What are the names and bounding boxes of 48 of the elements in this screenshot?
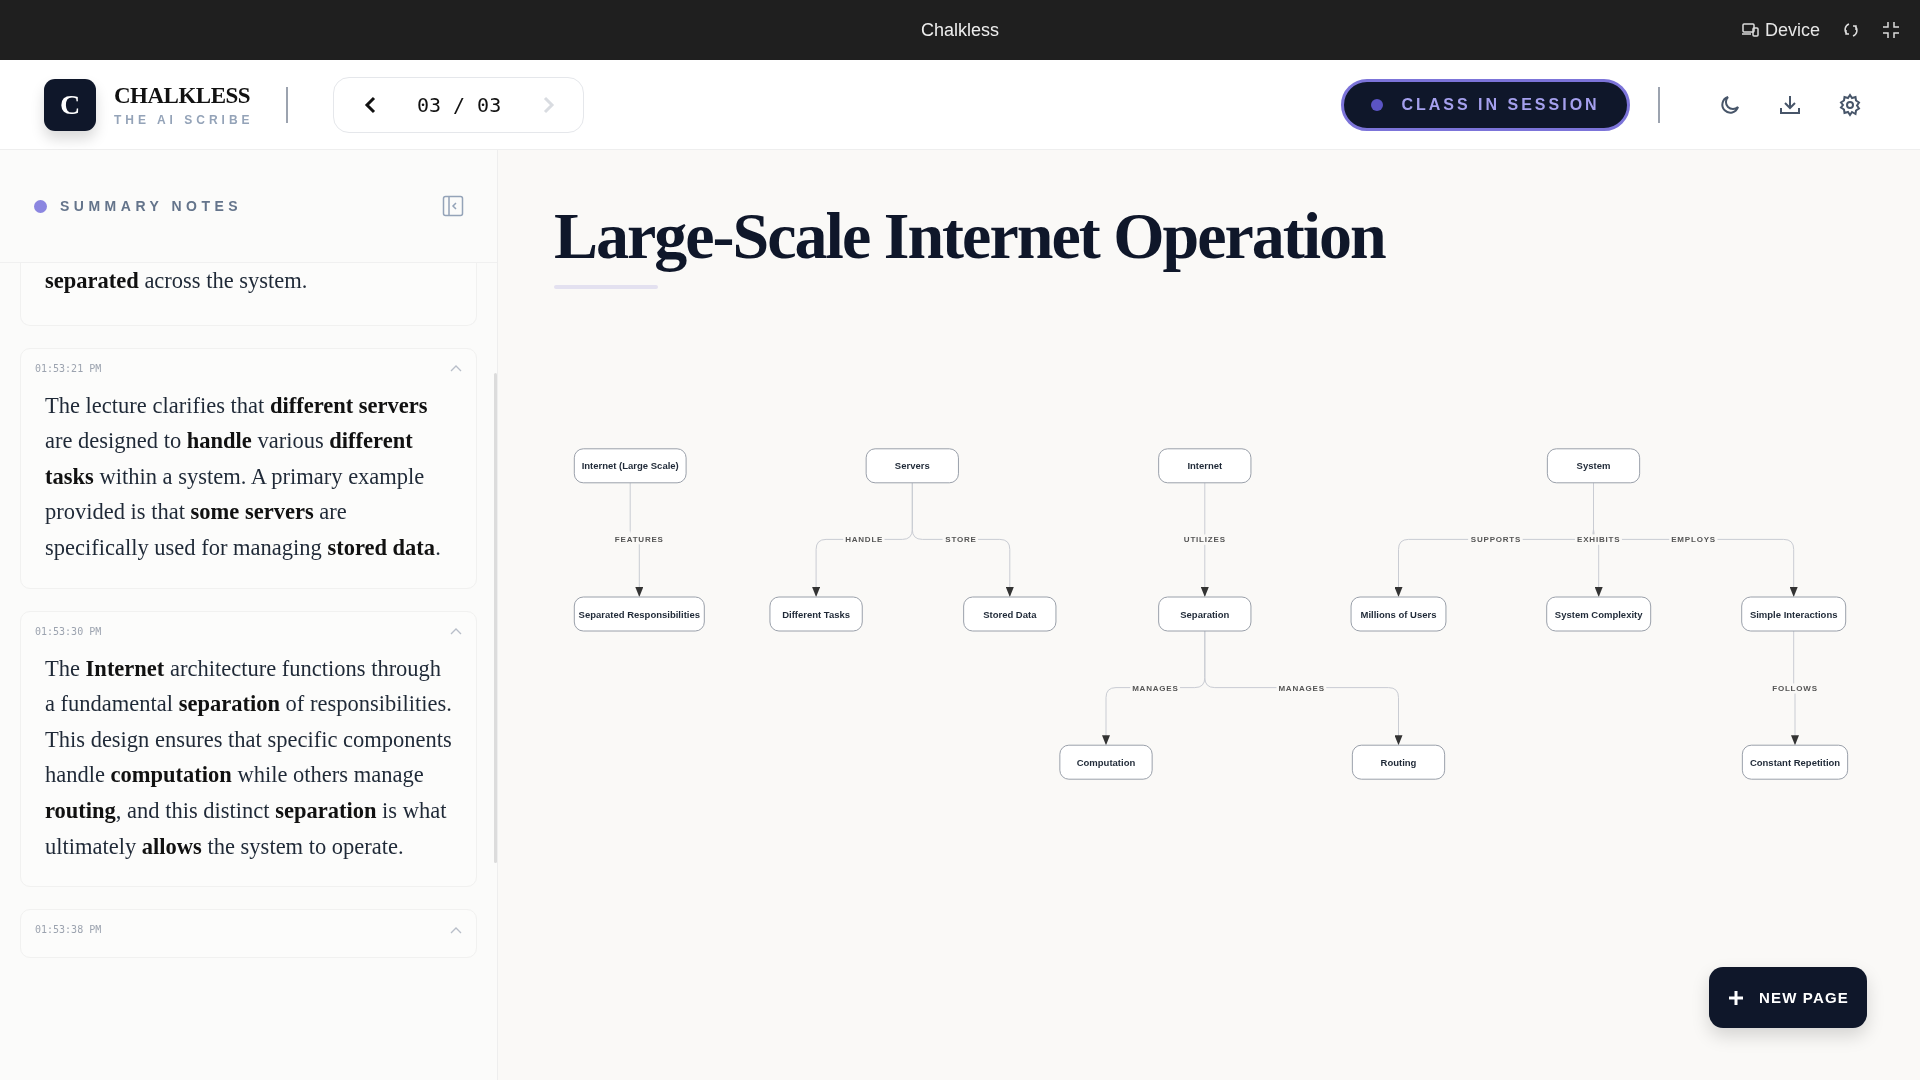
page-title: Large-Scale Internet Operation — [554, 200, 1387, 273]
edge-label: UTILIZES — [1183, 535, 1226, 545]
timestamp: 01:53:30 PM — [35, 625, 102, 637]
status-dot — [34, 199, 47, 213]
page-counter: 03 / 03 — [416, 92, 502, 117]
app-title: Chalkless — [921, 19, 999, 41]
diagram-node[interactable]: System Complexity — [1546, 596, 1652, 632]
device-icon — [1740, 22, 1759, 38]
logo-tile: C — [44, 78, 96, 131]
device-button[interactable]: Device — [1740, 19, 1820, 41]
diagram-node[interactable]: Internet (Large Scale) — [573, 448, 687, 484]
diagram-node[interactable]: Simple Interactions — [1741, 596, 1847, 632]
edge-label: MANAGES — [1278, 683, 1325, 693]
diagram-node[interactable]: System — [1546, 448, 1641, 484]
diagram-node[interactable]: Servers — [865, 448, 959, 484]
sidebar-title: SUMMARY NOTES — [60, 198, 244, 214]
diagram-node[interactable]: Routing — [1351, 744, 1446, 780]
diagram-node[interactable]: Separated Responsibilities — [573, 596, 705, 632]
plus-icon — [1726, 988, 1745, 1007]
diagram-node[interactable]: Stored Data — [963, 596, 1057, 632]
timestamp: 01:53:38 PM — [35, 924, 102, 936]
edge-label: STORE — [945, 535, 977, 545]
timestamp: 01:53:21 PM — [35, 362, 102, 374]
status-dot — [1371, 98, 1384, 111]
diagram-node[interactable]: Internet — [1158, 448, 1252, 484]
edge-label: FOLLOWS — [1772, 683, 1818, 693]
diagram-node[interactable]: Different Tasks — [769, 596, 863, 632]
brand-name: CHALKLESS — [114, 82, 252, 109]
note-text: The Internet architecture functions through a fundamental separation of responsibilities. This design ensures that specific components handle computation while others manage routing, and this distinct separation is what ultimately allows the system to operate. — [45, 654, 452, 861]
edge-label: HANDLE — [845, 535, 884, 545]
edge-label: SUPPORTS — [1470, 535, 1522, 545]
note-text: The lecture clarifies that different servers are designed to handle various different tasks within a system. A primary example provided is that some servers are specifically used for managing stored data. — [45, 391, 442, 562]
note-text: separated across the system. — [45, 267, 309, 295]
chevron-left-icon — [363, 95, 378, 114]
tagline: THE AI SCRIBE — [114, 112, 254, 127]
new-page-button[interactable]: NEW PAGE — [1709, 967, 1867, 1028]
class-in-session-button[interactable]: CLASS IN SESSION — [1341, 78, 1630, 131]
edge-label: MANAGES — [1132, 683, 1179, 693]
diagram-node[interactable]: Computation — [1059, 744, 1153, 780]
diagram-node[interactable]: Separation — [1158, 596, 1252, 632]
edge-label: EXHIBITS — [1577, 535, 1621, 545]
edge-label: EMPLOYS — [1671, 535, 1716, 545]
diagram-node[interactable]: Millions of Users — [1350, 596, 1447, 632]
settings-icon[interactable] — [1838, 92, 1862, 117]
rotate-icon[interactable] — [1842, 21, 1860, 39]
diagram-node[interactable]: Constant Repetition — [1741, 744, 1849, 780]
edge-label: FEATURES — [614, 535, 664, 545]
collapse-icon[interactable] — [1882, 21, 1900, 39]
